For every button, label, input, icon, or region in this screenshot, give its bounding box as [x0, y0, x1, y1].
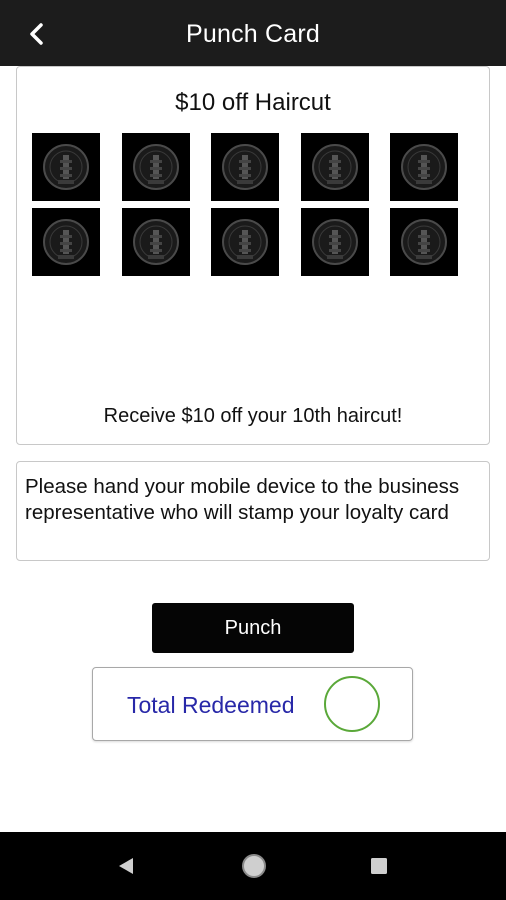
- card-title: $10 off Haircut: [175, 89, 331, 116]
- stamp-seal-icon: [133, 144, 179, 190]
- stamp-slot: [211, 208, 279, 276]
- square-recents-icon: [371, 858, 387, 874]
- stamp-slot: [122, 133, 190, 201]
- stamp-seal-icon: [43, 219, 89, 265]
- stamp-slot: [390, 133, 458, 201]
- stamp-slot: [32, 133, 100, 201]
- stamp-seal-icon: [312, 144, 358, 190]
- system-nav-bar: [0, 832, 506, 900]
- stamp-seal-icon: [43, 144, 89, 190]
- circle-home-icon: [242, 854, 266, 878]
- stamp-slot: [301, 133, 369, 201]
- instructions-box: Please hand your mobile device to the bu…: [16, 461, 490, 561]
- card-description: Receive $10 off your 10th haircut!: [103, 405, 403, 427]
- instructions-text: Please hand your mobile device to the bu…: [25, 475, 460, 524]
- stamp-seal-icon: [401, 219, 447, 265]
- punch-card: $10 off Haircut Receive $10 off your 10t…: [16, 66, 490, 445]
- page-title: Punch Card: [185, 20, 321, 48]
- nav-home-button[interactable]: [240, 852, 268, 880]
- stamp-slot: [390, 208, 458, 276]
- stamp-seal-icon: [222, 219, 268, 265]
- stamp-slot: [211, 133, 279, 201]
- punch-button[interactable]: Punch: [152, 603, 354, 653]
- total-redeemed-counter: [324, 676, 380, 732]
- total-redeemed-label: Total Redeemed: [127, 692, 295, 718]
- stamp-seal-icon: [222, 144, 268, 190]
- total-redeemed-box: Total Redeemed: [92, 667, 413, 741]
- triangle-back-icon: [119, 858, 133, 874]
- stamp-slot: [301, 208, 369, 276]
- stamp-slot: [122, 208, 190, 276]
- app-bar: Punch Card: [0, 0, 506, 66]
- stamp-seal-icon: [133, 219, 179, 265]
- nav-back-button[interactable]: [114, 854, 138, 878]
- nav-recents-button[interactable]: [369, 856, 389, 876]
- stamp-slot: [32, 208, 100, 276]
- stamp-seal-icon: [312, 219, 358, 265]
- stamp-seal-icon: [401, 144, 447, 190]
